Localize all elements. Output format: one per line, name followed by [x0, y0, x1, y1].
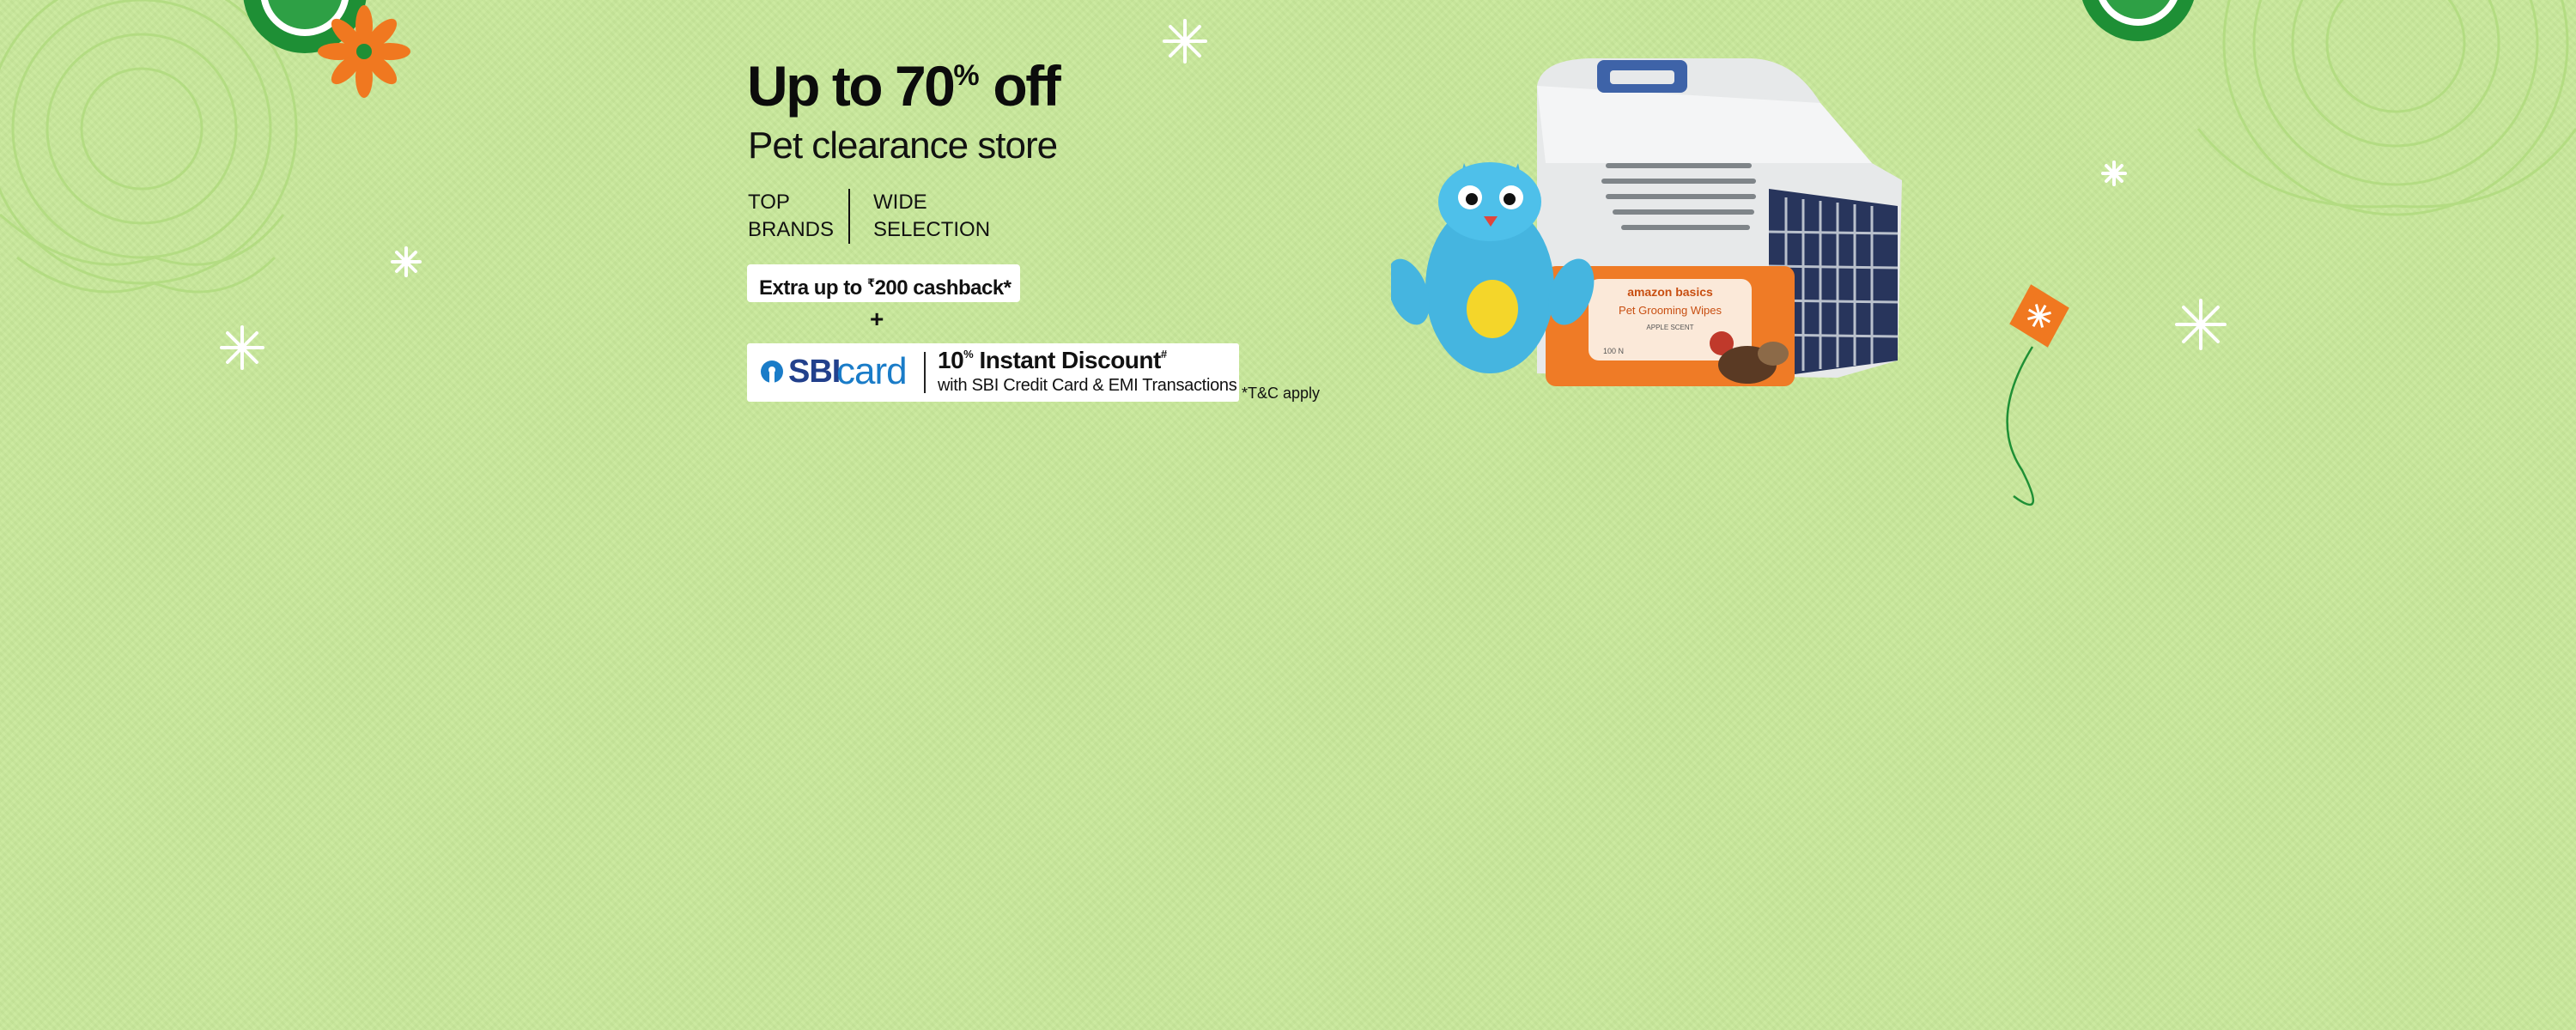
feature-wide-selection: WIDE SELECTION	[873, 191, 991, 241]
sbi-offer-box: SBI card 10% Instant Discount# with SBI …	[747, 343, 1239, 402]
wipes-scent-text: APPLE SCENT	[1646, 324, 1693, 331]
cashback-text-prefix: Extra up to	[759, 276, 868, 300]
discount-percent-sign: %	[963, 348, 974, 360]
sbi-logo-text: SBI	[788, 354, 841, 390]
wipes-count-text: 100 N	[1603, 347, 1624, 355]
plus-sign: +	[870, 306, 884, 332]
wipes-name-text: Pet Grooming Wipes	[1619, 304, 1722, 317]
background-texture	[0, 0, 2576, 1030]
headline-off: off	[979, 54, 1060, 118]
cashback-amount: 200 cashback*	[874, 276, 1012, 300]
sbi-logo-icon	[761, 360, 783, 383]
headline-percent-sign: %	[953, 59, 980, 92]
discount-label: Instant Discount	[973, 347, 1161, 373]
sbi-card-logo-text: card	[836, 350, 908, 392]
instant-discount-title: 10% Instant Discount#	[938, 347, 1167, 374]
headline-amount: Up to 70	[747, 54, 956, 118]
product-image[interactable]: amazon basics Pet Grooming Wipes APPLE S…	[1391, 34, 1923, 412]
feature-divider	[848, 189, 850, 244]
discount-hash: #	[1160, 348, 1167, 360]
headline: Up to 70% off	[747, 53, 1061, 118]
discount-amount: 10	[938, 347, 964, 373]
terms-and-conditions: *T&C apply	[1242, 385, 1321, 402]
instant-discount-subtext: with SBI Credit Card & EMI Transactions	[938, 376, 1237, 395]
cashback-badge: Extra up to ₹200 cashback*	[747, 264, 1020, 302]
rupee-symbol: ₹	[867, 276, 875, 289]
sbi-divider	[924, 352, 926, 393]
wipes-brand-text: amazon basics	[1627, 285, 1713, 299]
page-subtitle: Pet clearance store	[748, 124, 1058, 167]
feature-top-brands: TOP BRANDS	[748, 191, 835, 241]
